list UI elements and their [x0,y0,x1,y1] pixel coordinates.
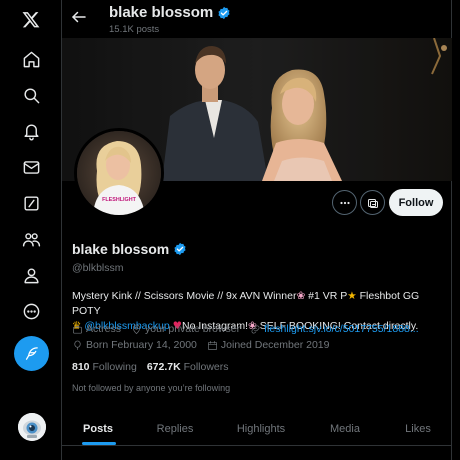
profile-header-bar: blake blossom 15.1K posts [62,0,452,38]
profile-meta-row-1: Actress your private browser fleshlight.… [72,323,429,335]
tab-likes[interactable]: Likes [384,412,452,446]
profile-handle: @blkblssm [72,262,124,274]
shirt-logo-text: FLESHLIGHT [102,197,137,203]
tab-media[interactable]: Media [306,412,384,446]
more-options-button[interactable] [332,190,357,215]
mail-icon[interactable] [12,150,50,184]
balloon-icon [74,340,81,350]
page-scrollbar[interactable] [452,0,460,460]
calendar-icon [207,340,217,350]
home-icon[interactable] [12,42,50,76]
profile-avatar-image[interactable]: FLESHLIGHT [74,128,164,218]
category-item: Actress [72,323,121,335]
back-arrow-icon[interactable] [70,8,90,28]
profile-column: blake blossom 15.1K posts FLESHLIGHT Fol… [62,0,452,460]
page-title: blake blossom [109,4,214,21]
subscribe-notifications-button[interactable] [360,190,385,215]
active-tab-indicator [82,442,116,445]
compose-post-button[interactable] [14,336,49,371]
joined-item: Joined December 2019 [207,339,329,351]
location-pin-icon [132,324,141,334]
account-avatar[interactable] [18,413,46,441]
feather-icon [25,347,38,360]
post-count: 15.1K posts [109,24,160,35]
search-icon[interactable] [12,78,50,112]
x-logo-icon[interactable] [12,3,50,37]
follow-button[interactable]: Follow [389,189,443,216]
profile-meta-row-2: Born February 14, 2000 Joined December 2… [72,339,339,351]
link-icon [251,325,260,333]
verified-badge-icon[interactable] [173,242,187,256]
following-stat[interactable]: 810 Following [72,361,137,373]
communities-icon[interactable] [12,222,50,256]
profile-icon[interactable] [12,258,50,292]
followers-stat[interactable]: 672.7K Followers [147,361,229,373]
tab-posts[interactable]: Posts [62,412,134,446]
verified-badge-icon [218,6,230,19]
bell-icon[interactable] [12,114,50,148]
follow-stats: 810 Following 672.7K Followers [72,361,229,373]
tab-replies[interactable]: Replies [134,412,216,446]
website-item: fleshlight.sjv.io/c/5017755/1888... [250,323,419,335]
grok-icon[interactable] [12,186,50,220]
profile-tabs: Posts Replies Highlights Media Likes [62,412,452,446]
mutual-follow-note: Not followed by anyone you’re following [72,383,231,393]
birthday-item: Born February 14, 2000 [72,339,197,351]
grok-summary-icon [367,198,378,208]
location-item: your private browser [131,323,240,335]
profile-name: blake blossom [72,241,170,257]
briefcase-icon [73,325,82,334]
left-nav [0,0,62,460]
website-link[interactable]: fleshlight.sjv.io/c/5017755/1888... [264,323,419,335]
more-icon[interactable] [12,294,50,328]
ellipsis-icon [339,201,350,204]
flower-emoji-icon: ❀ [296,290,306,302]
star-emoji-icon: ★ [347,290,357,302]
tab-highlights[interactable]: Highlights [216,412,306,446]
